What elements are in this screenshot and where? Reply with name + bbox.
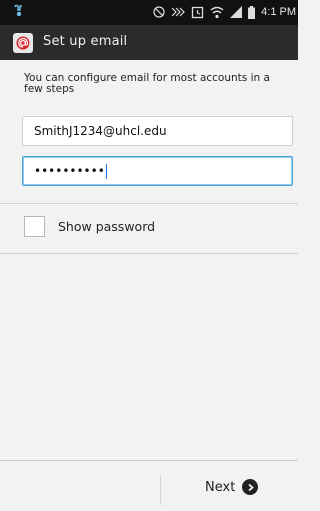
status-time: 4:1 PM xyxy=(261,6,296,18)
setup-email-screen: 4:1 PM Set up email You can configure em… xyxy=(0,0,298,511)
setup-form: You can configure email for most account… xyxy=(0,60,298,460)
next-button[interactable]: Next xyxy=(205,475,259,499)
text-cursor xyxy=(105,164,107,179)
email-value: SmithJ1234@uhcl.edu xyxy=(34,124,167,138)
wifi-icon xyxy=(210,6,224,18)
show-password-checkbox[interactable] xyxy=(24,216,45,237)
show-password-label[interactable]: Show password xyxy=(58,219,155,234)
battery-icon xyxy=(248,5,256,19)
chevron-right-icon xyxy=(242,479,259,495)
usb-icon xyxy=(14,4,22,17)
status-bar: 4:1 PM xyxy=(0,0,298,25)
bottom-separator xyxy=(160,475,161,505)
signal-icon xyxy=(230,6,243,18)
email-field[interactable]: SmithJ1234@uhcl.edu xyxy=(22,116,293,146)
intro-text: You can configure email for most account… xyxy=(24,72,270,95)
password-field[interactable]: •••••••••• xyxy=(22,156,293,186)
at-sign-icon xyxy=(16,36,30,50)
divider xyxy=(0,253,298,254)
password-value: •••••••••• xyxy=(34,164,105,178)
page-title: Set up email xyxy=(43,34,128,49)
status-icons: 4:1 PM xyxy=(153,4,296,20)
action-bar: Set up email xyxy=(0,25,298,60)
mute-icon xyxy=(153,6,165,18)
bottom-bar: Next xyxy=(0,460,298,511)
divider xyxy=(0,203,298,204)
email-app-icon xyxy=(13,33,33,53)
next-label: Next xyxy=(205,479,236,495)
bluetooth-icon xyxy=(171,7,185,17)
alarm-icon xyxy=(191,6,204,18)
